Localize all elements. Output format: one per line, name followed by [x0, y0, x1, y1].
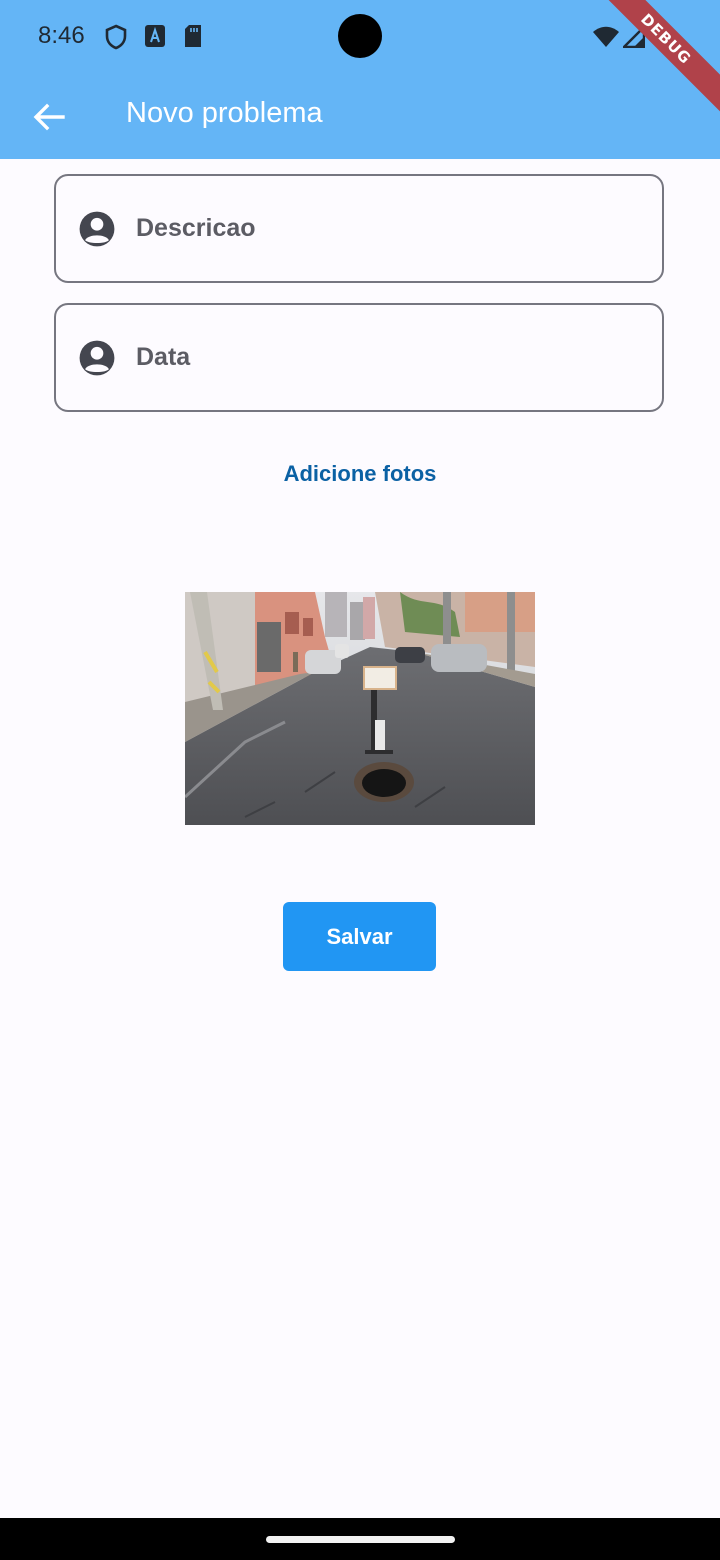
- description-label: Descricao: [136, 214, 256, 242]
- app-a-icon: [145, 25, 165, 47]
- arrow-back-icon: [33, 103, 65, 131]
- street-pothole-photo: [185, 592, 535, 825]
- status-time: 8:46: [38, 22, 85, 49]
- page-title: Novo problema: [126, 97, 323, 129]
- description-field[interactable]: Descricao: [54, 174, 664, 283]
- debug-banner: DEBUG: [586, 0, 720, 119]
- date-label: Data: [136, 343, 191, 371]
- shield-icon: [105, 24, 127, 50]
- camera-cutout: [338, 14, 382, 58]
- account-circle-icon: [79, 211, 115, 246]
- add-photos-button[interactable]: Adicione fotos: [0, 461, 720, 487]
- date-field[interactable]: Data: [54, 303, 664, 412]
- account-circle-icon: [79, 340, 115, 375]
- back-button[interactable]: [24, 92, 74, 142]
- home-gesture-handle[interactable]: [266, 1536, 455, 1543]
- save-button[interactable]: Salvar: [283, 902, 436, 971]
- sd-card-icon: [185, 25, 201, 47]
- debug-banner-container: DEBUG: [580, 0, 720, 140]
